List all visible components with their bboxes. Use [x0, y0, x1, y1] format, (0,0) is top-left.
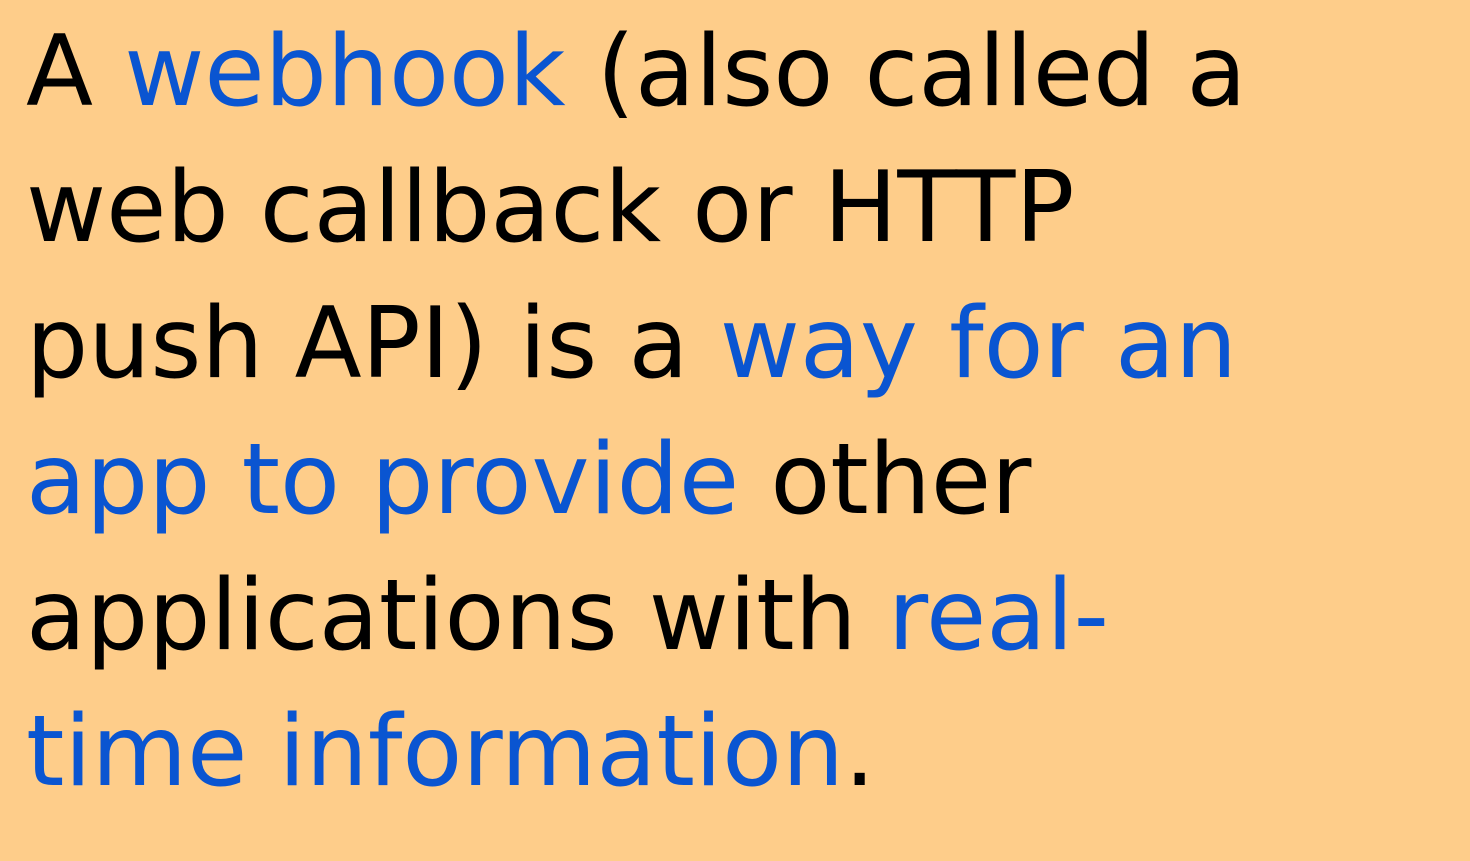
highlight-phrase: time information — [26, 695, 845, 809]
slide-canvas: A webhook (also called a web callback or… — [0, 0, 1470, 861]
text-line-2: web callback or HTTP — [26, 148, 1074, 268]
text-plain: (also called a — [565, 15, 1247, 129]
text-line-4: app to provide other — [26, 420, 1031, 540]
text-plain: applications with — [26, 559, 888, 673]
text-line-3: push API) is a way for an — [26, 284, 1237, 404]
text-line-6: time information. — [26, 692, 875, 812]
highlight-phrase: real- — [887, 559, 1109, 673]
text-plain: . — [844, 695, 876, 809]
highlight-term-webhook: webhook — [124, 15, 566, 129]
text-plain: A — [26, 15, 125, 129]
text-plain: web callback or HTTP — [26, 151, 1075, 265]
text-line-1: A webhook (also called a — [26, 12, 1247, 132]
text-line-5: applications with real- — [26, 556, 1109, 676]
highlight-phrase: app to provide — [26, 423, 740, 537]
text-plain: push API) is a — [26, 287, 720, 401]
text-plain: other — [739, 423, 1032, 537]
highlight-phrase: way for an — [719, 287, 1238, 401]
